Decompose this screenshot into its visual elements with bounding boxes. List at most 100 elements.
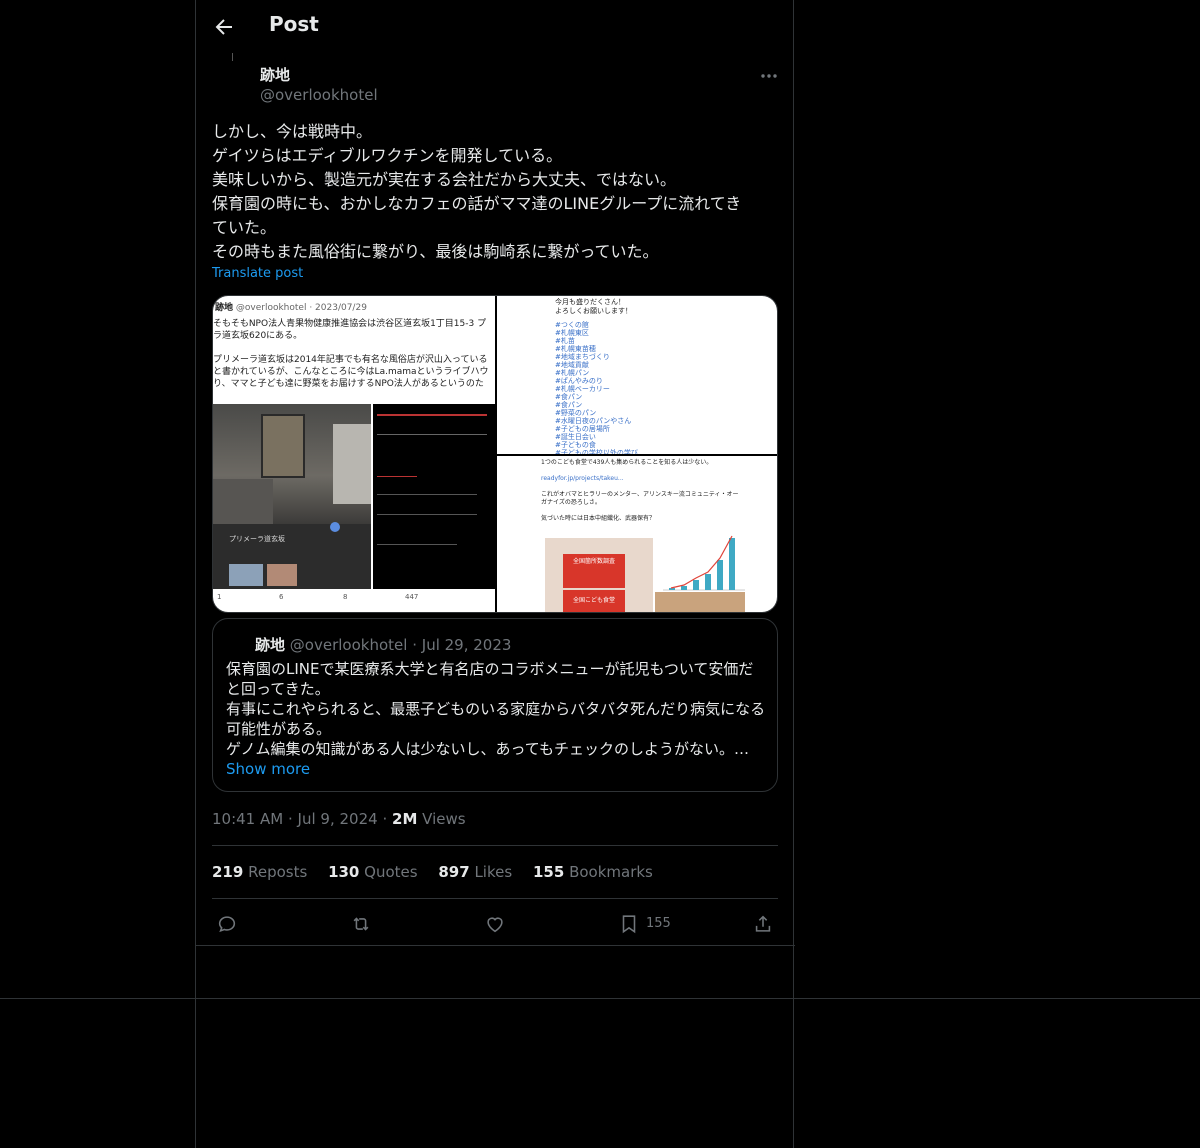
reply-icon — [218, 916, 236, 933]
post-line: 美味しいから、製造元が実在する会社だから大丈夫、ではない。 — [212, 170, 677, 189]
post-meta: 10:41 AM · Jul 9, 2024 · 2M Views — [212, 810, 466, 828]
img2-hashtag: #食パン — [555, 401, 583, 409]
repost-icon — [353, 917, 369, 931]
img1-author: 跡地 — [215, 303, 234, 313]
img3-poster-sub: 全国こども食堂 — [563, 590, 625, 612]
img1-line: ラ道玄坂620にある。 — [213, 331, 303, 341]
post-time[interactable]: 10:41 AM — [212, 810, 283, 828]
quotes-stat[interactable]: 130 Quotes — [328, 863, 418, 881]
share-button[interactable] — [752, 913, 774, 935]
img3-line: これがオバマとヒラリーのメンター、アリンスキー流コミュニティ・オー — [541, 491, 739, 498]
heart-icon — [487, 917, 503, 933]
likes-label: Likes — [474, 863, 513, 881]
img2-line: 今月も盛りだくさん！ — [555, 298, 625, 306]
quoted-line: 保育園のLINEで某医療系大学と有名店のコラボメニューが託児もついて安価だ — [226, 660, 754, 678]
img2-hashtag: #地域貢献 — [555, 361, 589, 369]
meta-dot: · — [382, 810, 388, 828]
divider — [212, 898, 778, 899]
img3-line: 気づいた時には日本中組織化、武器保有？ — [541, 515, 656, 522]
media-image-2[interactable]: 今月も盛りだくさん！ よろしくお願いします！ #つくの館 #札幌東区 #札苗 #札幌東… — [497, 296, 777, 454]
quoted-line: と回ってきた。 — [226, 680, 330, 698]
page-title: Post — [269, 12, 319, 36]
img2-hashtag: #地域まちづくり — [555, 353, 610, 361]
img1-stat: 447 — [405, 593, 419, 601]
views-label: Views — [422, 810, 466, 828]
bookmark-button[interactable]: 155 — [618, 913, 671, 935]
quoted-line: 可能性がある。 — [226, 720, 332, 738]
img1-stat: 8 — [343, 593, 348, 601]
img3-poster: 全国箇所数調査 全国こども食堂 — [545, 538, 653, 612]
img3-line — [541, 467, 777, 475]
img2-hashtag: #子どもの食 — [555, 441, 596, 449]
img1-photo-caption: プリメーラ道玄坂 — [229, 535, 285, 543]
post-line: ゲイツらはエディブルワクチンを開発している。 — [212, 146, 563, 165]
img1-photo: プリメーラ道玄坂 — [213, 404, 371, 589]
reposts-count: 219 — [212, 863, 244, 881]
img1-line: と書かれているが、こんなところに今はLa.mamaというライブハウ — [213, 367, 489, 377]
header: Post — [196, 0, 795, 54]
engagement-stats: 219 Reposts 130 Quotes 897 Likes 155 Boo… — [212, 863, 669, 881]
meta-dot: · — [287, 810, 293, 828]
img1-line — [213, 342, 495, 354]
img3-photo — [655, 592, 745, 612]
main-column: Post 跡地 @overlookhotel しかし、今は戦時中。 ゲイツらはエ… — [195, 0, 795, 1148]
post-line: その時もまた風俗街に繋がり、最後は駒崎系に繋がっていた。 — [212, 242, 659, 261]
img2-line: よろしくお願いします！ — [555, 307, 632, 315]
media-image-3[interactable]: 1つのこども食堂で439人も集められることを知る人は少ない。 readyfor.… — [497, 456, 777, 612]
reply-button[interactable] — [216, 913, 238, 935]
action-bar: 155 — [196, 903, 795, 945]
img2-hashtag: #ぱんやみのり — [555, 377, 603, 385]
img2-hashtag: #野菜のパン — [555, 409, 597, 417]
likes-stat[interactable]: 897 Likes — [438, 863, 512, 881]
post-text: しかし、今は戦時中。 ゲイツらはエディブルワクチンを開発している。 美味しいから… — [212, 120, 777, 264]
reposts-label: Reposts — [248, 863, 308, 881]
quoted-author-name: 跡地 — [255, 636, 286, 654]
share-icon — [755, 915, 771, 932]
media-grid: 跡地 @overlookhotel · 2023/07/29 そもそもNPO法人… — [212, 295, 778, 613]
bookmarks-label: Bookmarks — [569, 863, 653, 881]
media-image-1[interactable]: 跡地 @overlookhotel · 2023/07/29 そもそもNPO法人… — [213, 296, 495, 612]
img1-line: プリメーラ道玄坂は2014年記事でも有名な風俗店が沢山入っている — [213, 355, 488, 365]
more-options-icon[interactable] — [759, 66, 779, 86]
quoted-author-handle: @overlookhotel — [289, 636, 408, 654]
img3-link: readyfor.jp/projects/takeu... — [541, 475, 624, 482]
img2-hashtag-list: #つくの館 #札幌東区 #札苗 #札幌東苗穂 #地域まちづくり #地域貢献 #札幌パン #ぱん… — [555, 321, 755, 454]
img2-hashtag: #札幌東苗穂 — [555, 345, 596, 353]
bookmarks-count: 155 — [532, 863, 565, 881]
like-button[interactable] — [484, 913, 506, 935]
img1-stats-bar: 1 6 8 447 — [213, 593, 495, 609]
quoted-post-header: 跡地 @overlookhotel · Jul 29, 2023 — [255, 634, 511, 655]
img2-hashtag: #つくの館 — [555, 321, 589, 329]
views-count: 2M — [392, 810, 418, 828]
bookmarks-stat[interactable]: 155 Bookmarks — [533, 863, 653, 881]
quoted-separator: · — [412, 636, 417, 654]
img2-hashtag: #札幌ベーカリー — [555, 385, 610, 393]
show-more-link[interactable]: Show more — [226, 760, 310, 778]
img1-line: そもそもNPO法人青果物健康推進協会は渋谷区道玄坂1丁目15-3 プ — [213, 319, 487, 329]
repost-button[interactable] — [350, 913, 372, 935]
quotes-label: Quotes — [364, 863, 418, 881]
img3-line: 1つのこども食堂で439人も集められることを知る人は少ない。 — [541, 459, 713, 466]
img2-hashtag: #子どもの居場所 — [555, 425, 610, 433]
img2-hashtag: #子どもの学校以外の学び — [555, 449, 638, 454]
translate-post-link[interactable]: Translate post — [212, 266, 303, 281]
bookmark-count: 155 — [646, 916, 671, 931]
post-line: ていた。 — [212, 218, 277, 237]
quoted-post[interactable]: 跡地 @overlookhotel · Jul 29, 2023 保育園のLIN… — [212, 618, 778, 792]
divider — [212, 845, 778, 846]
reposts-stat[interactable]: 219 Reposts — [212, 863, 307, 881]
img1-dark-panel — [373, 404, 495, 589]
img1-stat: 6 — [279, 593, 284, 601]
author-name[interactable]: 跡地 — [260, 64, 290, 85]
post-line: 保育園の時にも、おかしなカフェの話がママ達のLINEグループに流れてき — [212, 194, 742, 213]
quotes-count: 130 — [328, 863, 360, 881]
img2-hashtag: #誕生日会い — [555, 433, 596, 441]
img2-hashtag: #水曜日夜のパンやさん — [555, 417, 632, 425]
author-handle[interactable]: @overlookhotel — [260, 86, 378, 104]
quoted-line: ゲノム編集の知識がある人は少ないし、あってもチェックのしようがない。… — [226, 740, 750, 758]
img3-line — [541, 507, 777, 515]
back-arrow-icon[interactable] — [212, 15, 236, 39]
img3-line — [541, 483, 777, 491]
post-line: しかし、今は戦時中。 — [212, 122, 373, 141]
post-date[interactable]: Jul 9, 2024 — [298, 810, 378, 828]
